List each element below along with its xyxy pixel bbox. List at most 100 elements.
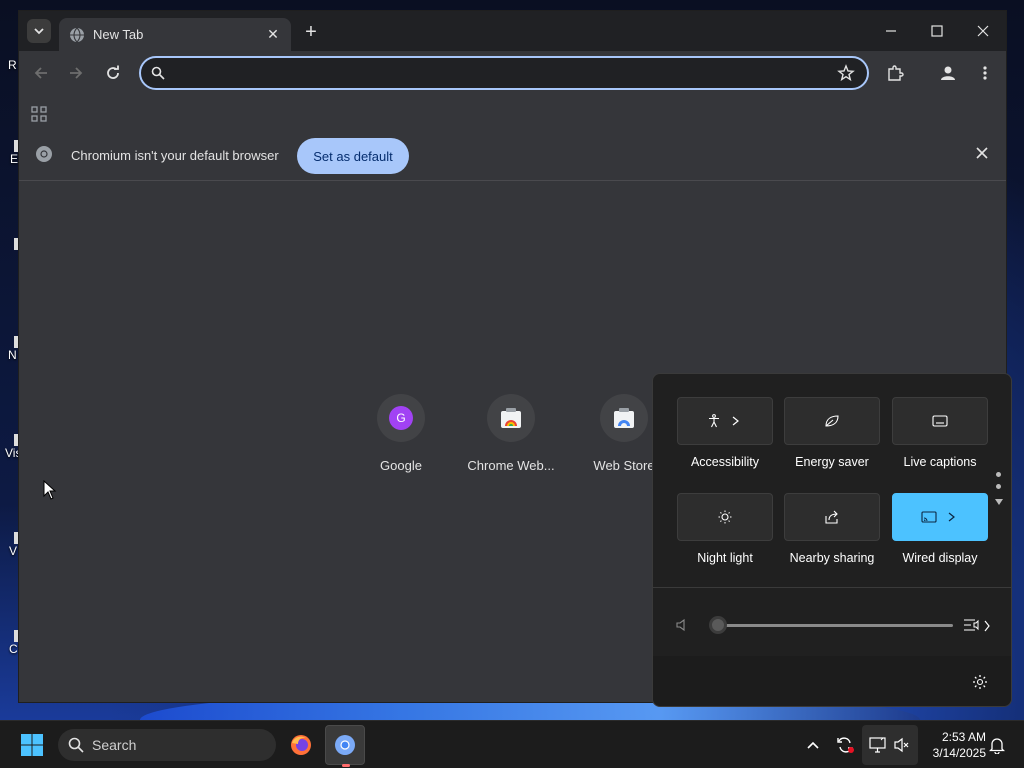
running-indicator — [342, 764, 350, 767]
volume-muted-icon — [894, 737, 909, 753]
volume-slider-thumb[interactable] — [709, 616, 727, 634]
clock-date: 3/14/2025 — [932, 746, 986, 760]
network-display-icon — [869, 737, 886, 753]
minimize-icon — [886, 30, 896, 32]
puzzle-icon — [888, 65, 904, 81]
arrow-right-icon — [70, 67, 83, 79]
close-window-button[interactable] — [960, 11, 1006, 51]
default-browser-infobar: Chromium isn't your default browser Set … — [19, 131, 1006, 181]
accessibility-icon — [709, 414, 719, 428]
title-bar: New Tab ✕ + — [19, 11, 1006, 51]
windows-logo-icon — [21, 734, 43, 756]
forward-button[interactable] — [64, 61, 88, 85]
start-button[interactable] — [14, 725, 50, 765]
captions-icon — [932, 415, 948, 427]
update-tray-button[interactable] — [832, 725, 858, 765]
bookmarks-bar — [19, 95, 1006, 131]
shortcut-google[interactable]: G Google — [351, 394, 451, 473]
scroll-down-icon[interactable] — [994, 498, 1004, 506]
extensions-button[interactable] — [883, 61, 907, 85]
shortcut-label: Google — [380, 458, 422, 473]
live-captions-tile[interactable] — [892, 397, 988, 445]
google-letter-icon: G — [389, 406, 413, 430]
audio-output-icon[interactable] — [963, 616, 983, 634]
maximize-icon — [931, 25, 943, 37]
chrome-web-store-icon — [501, 408, 521, 428]
address-input[interactable] — [175, 62, 825, 84]
volume-slider-track[interactable] — [713, 624, 953, 627]
shortcut-label: Chrome Web... — [467, 458, 555, 473]
set-as-default-button[interactable]: Set as default — [297, 138, 409, 174]
profile-button[interactable] — [936, 61, 960, 85]
chromium-logo-icon — [36, 146, 52, 162]
page-indicator-dot[interactable] — [996, 472, 1001, 477]
menu-button[interactable] — [973, 61, 997, 85]
address-bar[interactable] — [139, 56, 869, 90]
shortcut-icon-container: G — [377, 394, 425, 442]
web-store-icon — [614, 408, 634, 428]
brightness-icon — [718, 510, 732, 524]
desktop-icon-c[interactable]: C — [0, 630, 20, 656]
page-indicator-dot[interactable] — [996, 484, 1001, 489]
chromium-taskbar-button[interactable] — [325, 725, 365, 767]
desktop-icon-2[interactable] — [0, 238, 20, 250]
notifications-button[interactable] — [986, 725, 1008, 765]
arrow-left-icon — [34, 67, 47, 79]
accessibility-tile[interactable] — [677, 397, 773, 445]
taskbar-search-label: Search — [92, 737, 137, 753]
toolbar — [19, 51, 1006, 95]
taskbar: Search 2:53 AM 3/14/2025 — [0, 720, 1024, 768]
infobar-message: Chromium isn't your default browser — [71, 148, 279, 163]
sync-alert-icon — [837, 737, 854, 753]
firefox-icon — [291, 735, 311, 755]
settings-gear-icon[interactable] — [972, 674, 988, 690]
nearby-sharing-tile[interactable] — [784, 493, 880, 541]
speaker-muted-icon[interactable] — [675, 618, 689, 632]
night-light-tile[interactable] — [677, 493, 773, 541]
reload-icon — [107, 65, 119, 79]
nearby-sharing-label: Nearby sharing — [789, 551, 875, 565]
minimize-button[interactable] — [868, 11, 914, 51]
chevron-right-icon — [948, 512, 955, 522]
kebab-menu-icon — [983, 66, 987, 80]
tab-search-button[interactable] — [27, 19, 51, 43]
wired-display-label: Wired display — [902, 551, 978, 565]
desktop-icon-n[interactable]: N — [0, 336, 20, 362]
desktop-icon-vis[interactable]: Vis — [0, 434, 21, 460]
tab-close-icon[interactable]: ✕ — [265, 26, 281, 43]
taskbar-search[interactable]: Search — [58, 729, 276, 761]
shortcut-chrome-web-store[interactable]: Chrome Web... — [461, 394, 561, 473]
tab-title: New Tab — [93, 27, 144, 42]
chevron-right-icon — [732, 416, 739, 426]
chevron-down-icon — [34, 28, 44, 35]
desktop-icon-recycle-bin[interactable]: R — [0, 58, 18, 72]
chevron-right-icon[interactable] — [983, 620, 991, 632]
cast-display-icon — [921, 511, 937, 523]
bell-icon — [989, 738, 1005, 754]
shortcut-icon-container — [487, 394, 535, 442]
search-icon — [68, 737, 84, 753]
show-hidden-icons-button[interactable] — [802, 725, 824, 765]
quick-settings-footer — [653, 656, 1011, 706]
chevron-up-icon — [807, 741, 819, 749]
share-icon — [825, 510, 838, 524]
reload-button[interactable] — [101, 61, 125, 85]
account-icon — [941, 66, 955, 80]
close-infobar-icon[interactable] — [976, 147, 988, 159]
maximize-button[interactable] — [914, 11, 960, 51]
network-volume-tray[interactable] — [862, 725, 918, 765]
tab-new-tab[interactable]: New Tab ✕ — [59, 18, 291, 51]
live-captions-label: Live captions — [903, 455, 977, 469]
new-tab-button[interactable]: + — [299, 20, 323, 44]
wired-display-tile[interactable] — [892, 493, 988, 541]
clock[interactable]: 2:53 AM 3/14/2025 — [920, 729, 986, 761]
desktop-icon-v[interactable]: V — [0, 532, 20, 558]
bookmark-star-icon[interactable] — [837, 64, 855, 82]
back-button[interactable] — [29, 61, 53, 85]
firefox-taskbar-button[interactable] — [284, 725, 318, 765]
apps-grid-icon[interactable] — [31, 106, 47, 122]
energy-saver-label: Energy saver — [795, 455, 869, 469]
quick-settings-panel: Accessibility Energy saver Live captions… — [652, 373, 1012, 707]
desktop-icon-e[interactable]: E — [0, 140, 20, 166]
energy-saver-tile[interactable] — [784, 397, 880, 445]
